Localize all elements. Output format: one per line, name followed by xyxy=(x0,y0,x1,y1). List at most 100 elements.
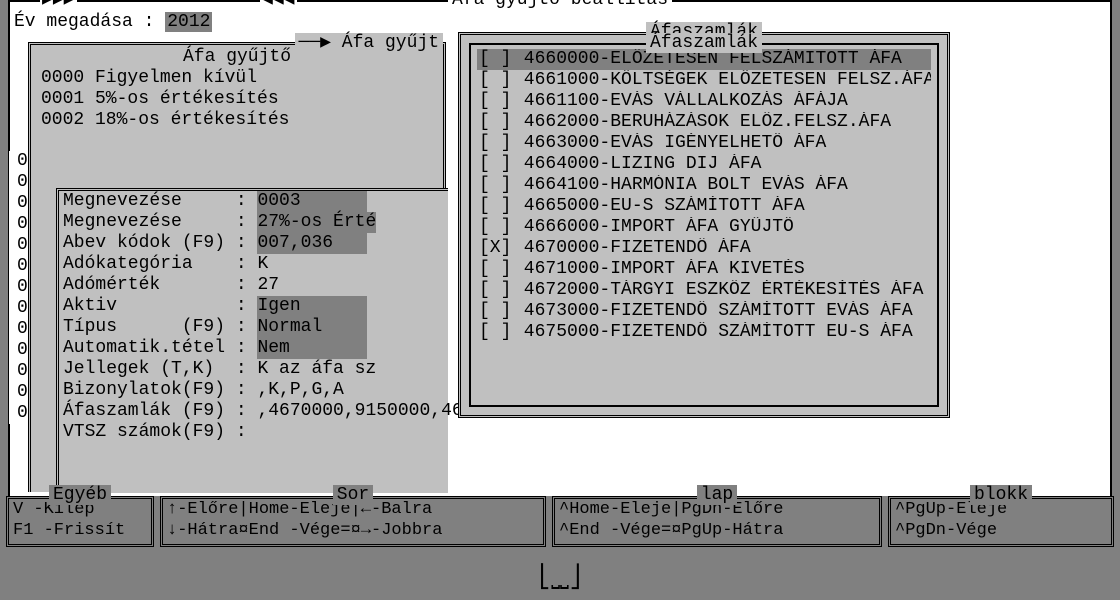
account-label: 4672000-TÁRGYI ESZKÖZ ÉRTÉKESÍTÉS ÁFA xyxy=(513,280,923,300)
form-value[interactable]: Igen xyxy=(257,296,367,317)
left-index-item: 0 xyxy=(9,340,28,361)
help-title: lap xyxy=(697,485,737,505)
left-index-item: 0 xyxy=(9,214,28,235)
account-list-item[interactable]: [ ] 4673000-FIZETENDŐ SZÁMÍTOTT EVÁS ÁFA xyxy=(477,301,931,322)
checkbox-icon[interactable]: [ ] xyxy=(479,259,513,280)
account-list-item[interactable]: [ ] 4671000-IMPORT ÁFA KIVETÉS xyxy=(477,259,931,280)
afaszamlak-popup: Áfaszamlák Áfaszamlák [ ] 4660000-ELÖZET… xyxy=(458,32,950,418)
checkbox-icon[interactable]: [ ] xyxy=(479,175,513,196)
form-row: Megnevezése : 0003 xyxy=(59,191,448,212)
afa-gyujto-list[interactable]: 0000 Figyelmen kívül0001 5%-os értékesít… xyxy=(31,68,443,131)
form-value[interactable]: Normal xyxy=(257,317,367,338)
account-list-item[interactable]: [ ] 4664000-LIZING DIJ ÁFA xyxy=(477,154,931,175)
account-label: 4673000-FIZETENDŐ SZÁMÍTOTT EVÁS ÁFA xyxy=(513,301,913,321)
checkbox-icon[interactable]: [ ] xyxy=(479,322,513,343)
form-value[interactable]: ,K,P,G,A xyxy=(257,380,343,400)
account-list-item[interactable]: [ ] 4664100-HARMÓNIA BOLT EVÁS ÁFA xyxy=(477,175,931,196)
help-line: ^PgDn-Vége xyxy=(895,520,1107,541)
checkbox-icon[interactable]: [ ] xyxy=(479,112,513,133)
popup-list[interactable]: [ ] 4660000-ELÖZETESEN FELSZÁMITOTT ÁFA[… xyxy=(471,45,937,347)
account-list-item[interactable]: [ ] 4666000-IMPORT ÁFA GYŰJTŐ xyxy=(477,217,931,238)
left-index-item: 0 xyxy=(9,382,28,403)
window-title: Áfa gyűjtő beállítás xyxy=(10,0,1110,11)
form-row: Megnevezése : 27%-os Érté xyxy=(59,212,448,233)
checkbox-icon[interactable]: [X] xyxy=(479,238,513,259)
form-row: Jellegek (T,K) : K az áfa sz xyxy=(59,359,448,380)
form-row: Automatik.tétel : Nem xyxy=(59,338,448,359)
account-list-item[interactable]: [ ] 4662000-BERUHÁZÁSOK ELÖZ.FELSZ.ÁFA xyxy=(477,112,931,133)
account-list-item[interactable]: [ ] 4661100-EVÁS VÁLLALKOZÁS ÁFÁJA xyxy=(477,91,931,112)
checkbox-icon[interactable]: [ ] xyxy=(479,70,513,91)
form-value[interactable]: 007,036 xyxy=(257,233,367,254)
left-index-item: 0 xyxy=(9,319,28,340)
checkbox-icon[interactable]: [ ] xyxy=(479,196,513,217)
form-value[interactable]: Nem xyxy=(257,338,367,359)
afa-gyujto-item[interactable]: 0002 18%-os értékesítés xyxy=(41,110,433,131)
left-index-item: 0 xyxy=(9,403,28,424)
left-index-item: 0 xyxy=(9,193,28,214)
detail-form-panel: Megnevezése : 0003Megnevezése : 27%-os É… xyxy=(56,188,448,493)
form-value[interactable]: 0003 xyxy=(257,191,367,212)
account-label: 4661000-KÖLTSÉGEK ELÖZETESEN FELSZ.ÁFA xyxy=(513,70,931,90)
account-label: 4670000-FIZETENDÖ ÁFA xyxy=(513,238,751,258)
form-label: Bizonylatok(F9) : xyxy=(63,380,257,400)
form-label: Típus (F9) : xyxy=(63,317,257,337)
year-row: Év megadása : 2012 xyxy=(14,12,212,33)
account-label: 4671000-IMPORT ÁFA KIVETÉS xyxy=(513,259,805,279)
form-value[interactable]: K az áfa sz xyxy=(257,359,376,379)
form-row: Adókategória : K xyxy=(59,254,448,275)
help-line: ↓-Hátra¤End -Vége=¤→-Jobbra xyxy=(167,520,539,541)
afa-gyujto-item[interactable]: 0000 Figyelmen kívül xyxy=(41,68,433,89)
account-list-item[interactable]: [ ] 4663000-EVÁS IGÉNYELHETŐ ÁFA xyxy=(477,133,931,154)
help-group-sor: Sor ↑-Előre|Home-Eleje|←-Balra ↓-Hátra¤E… xyxy=(160,496,546,547)
year-label: Év megadása : xyxy=(14,12,154,32)
help-line: ^End -Vége=¤PgUp-Hátra xyxy=(559,520,875,541)
form-label: Abev kódok (F9) : xyxy=(63,233,257,253)
left-index-item: 0 xyxy=(9,361,28,382)
left-index-item: 0 xyxy=(9,235,28,256)
left-index-item: 0 xyxy=(9,151,28,172)
bottom-bracket-icon: ⎣⎵⎵⎦ xyxy=(0,568,1120,589)
checkbox-icon[interactable]: [ ] xyxy=(479,280,513,301)
form-label: VTSZ számok(F9) : xyxy=(63,422,257,442)
form-row: Adómérték : 27 xyxy=(59,275,448,296)
checkbox-icon[interactable]: [ ] xyxy=(479,154,513,175)
help-title: Egyéb xyxy=(49,485,111,505)
account-list-item[interactable]: [ ] 4661000-KÖLTSÉGEK ELÖZETESEN FELSZ.Á… xyxy=(477,70,931,91)
popup-inner: Áfaszamlák [ ] 4660000-ELÖZETESEN FELSZÁ… xyxy=(469,43,939,407)
form-value[interactable]: 27 xyxy=(257,275,279,295)
form-label: Áfaszamlák (F9) : xyxy=(63,401,257,421)
account-label: 4662000-BERUHÁZÁSOK ELÖZ.FELSZ.ÁFA xyxy=(513,112,891,132)
help-title: blokk xyxy=(970,485,1032,505)
form-label: Megnevezése : xyxy=(63,191,257,211)
help-group-blokk: blokk ^PgUp-Eleje ^PgDn-Vége xyxy=(888,496,1114,547)
afa-gyujto-subtitle: ──▶ Áfa gyűjt xyxy=(31,33,443,54)
form-value[interactable]: 27%-os Érté xyxy=(257,212,376,233)
form-value[interactable]: K xyxy=(257,254,268,274)
account-list-item[interactable]: [X] 4670000-FIZETENDÖ ÁFA xyxy=(477,238,931,259)
form-label: Adókategória : xyxy=(63,254,257,274)
account-list-item[interactable]: [ ] 4672000-TÁRGYI ESZKÖZ ÉRTÉKESÍTÉS ÁF… xyxy=(477,280,931,301)
form-label: Aktiv : xyxy=(63,296,257,316)
form-row: Áfaszamlák (F9) : ,4670000,9150000,46701… xyxy=(59,401,448,422)
form-label: Jellegek (T,K) : xyxy=(63,359,257,379)
account-label: 4663000-EVÁS IGÉNYELHETŐ ÁFA xyxy=(513,133,826,153)
afa-gyujto-item[interactable]: 0001 5%-os értékesítés xyxy=(41,89,433,110)
form-label: Automatik.tétel : xyxy=(63,338,257,358)
checkbox-icon[interactable]: [ ] xyxy=(479,91,513,112)
checkbox-icon[interactable]: [ ] xyxy=(479,301,513,322)
account-label: 4664100-HARMÓNIA BOLT EVÁS ÁFA xyxy=(513,175,848,195)
account-list-item[interactable]: [ ] 4665000-EU-S SZÁMÍTOTT ÁFA xyxy=(477,196,931,217)
popup-title-inner: Áfaszamlák xyxy=(471,33,937,54)
checkbox-icon[interactable]: [ ] xyxy=(479,133,513,154)
form-row: Abev kódok (F9) : 007,036 xyxy=(59,233,448,254)
form-row: Aktiv : Igen xyxy=(59,296,448,317)
left-index-item: 0 xyxy=(9,172,28,193)
help-group-lap: lap ^Home-Eleje|PgDn-Előre ^End -Vége=¤P… xyxy=(552,496,882,547)
checkbox-icon[interactable]: [ ] xyxy=(479,217,513,238)
account-list-item[interactable]: [ ] 4675000-FIZETENDŐ SZÁMÍTOTT EU-S ÁFA xyxy=(477,322,931,343)
form-label: Megnevezése : xyxy=(63,212,257,232)
year-input[interactable]: 2012 xyxy=(165,12,212,32)
help-line: F1 -Frissít xyxy=(13,520,147,541)
account-label: 4666000-IMPORT ÁFA GYŰJTŐ xyxy=(513,217,794,237)
